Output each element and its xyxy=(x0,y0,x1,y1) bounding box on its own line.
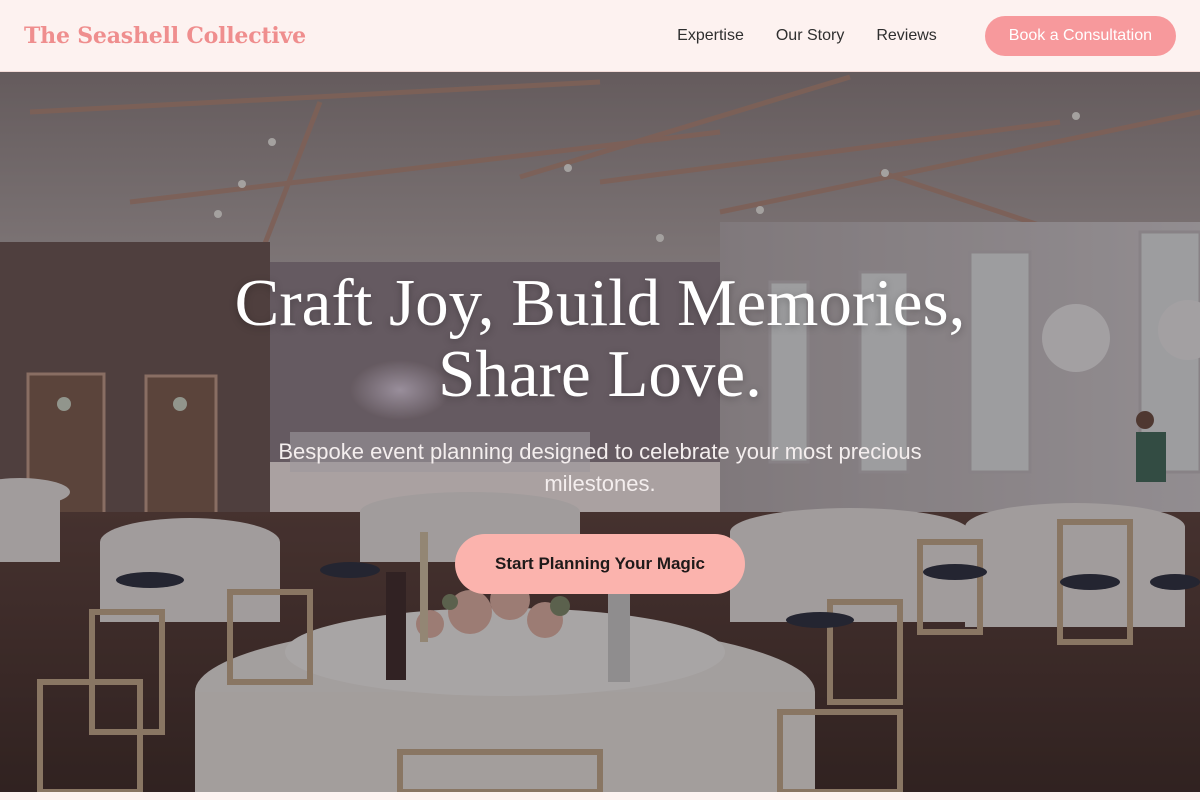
nav-link-reviews[interactable]: Reviews xyxy=(876,27,936,45)
nav-link-expertise[interactable]: Expertise xyxy=(677,27,744,45)
hero-content: Craft Joy, Build Memories, Share Love. B… xyxy=(0,72,1200,792)
start-planning-button[interactable]: Start Planning Your Magic xyxy=(454,534,745,594)
top-navbar: The Seashell Collective Expertise Our St… xyxy=(0,0,1200,72)
nav-link-our-story[interactable]: Our Story xyxy=(776,27,844,45)
book-consultation-button[interactable]: Book a Consultation xyxy=(984,15,1176,56)
hero-title: Craft Joy, Build Memories, Share Love. xyxy=(234,266,966,411)
nav-links: Expertise Our Story Reviews xyxy=(677,27,937,45)
hero-section: Craft Joy, Build Memories, Share Love. B… xyxy=(0,72,1200,792)
brand-logo[interactable]: The Seashell Collective xyxy=(24,23,306,49)
hero-subtitle: Bespoke event planning designed to celeb… xyxy=(278,439,922,496)
